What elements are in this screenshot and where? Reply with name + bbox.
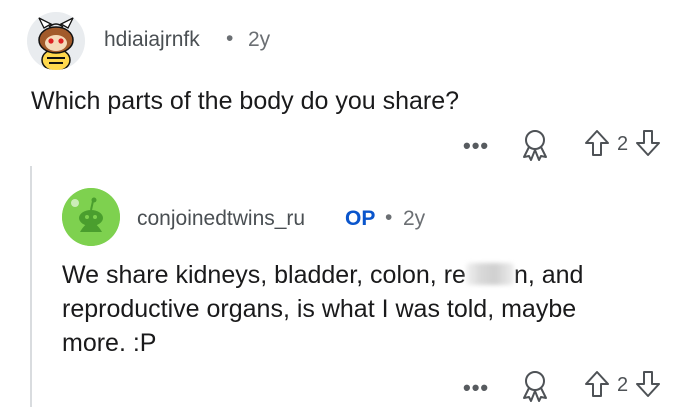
comment-author[interactable]: hdiaiajrnfk — [104, 28, 200, 52]
censored-text-blur — [465, 263, 514, 285]
award-button[interactable] — [519, 369, 551, 408]
vote-count: 2 — [617, 374, 629, 396]
more-options-button[interactable]: ••• — [463, 133, 489, 159]
downvote-arrow-icon — [636, 371, 660, 397]
comment-text: We share kidneys, bladder, colon, re — [62, 261, 466, 289]
award-button[interactable] — [519, 128, 551, 167]
comment-body-line: We share kidneys, bladder, colon, re n, a… — [62, 259, 583, 292]
award-icon — [523, 371, 547, 402]
meta-separator: • — [226, 27, 234, 50]
thread-line[interactable] — [30, 166, 32, 407]
comment-body-line: more. :P — [62, 329, 157, 357]
upvote-button[interactable] — [584, 370, 610, 403]
more-options-button[interactable]: ••• — [463, 375, 489, 401]
comment-text: n, and — [513, 261, 584, 289]
comment-body-line: reproductive organs, is what I was told,… — [62, 295, 577, 323]
vote-count: 2 — [617, 133, 629, 155]
downvote-button[interactable] — [635, 129, 661, 162]
comment-body: Which parts of the body do you share? — [31, 87, 460, 115]
upvote-button[interactable] — [584, 129, 610, 162]
comment-author[interactable]: conjoinedtwins_ru — [137, 207, 305, 231]
downvote-arrow-icon — [636, 130, 660, 156]
op-badge: OP — [345, 207, 376, 230]
upvote-arrow-icon — [585, 130, 609, 156]
snoo-avatar-icon — [27, 12, 85, 70]
comment-timestamp: 2y — [403, 207, 426, 230]
downvote-button[interactable] — [635, 370, 661, 403]
comment-timestamp: 2y — [248, 28, 271, 51]
snoo-avatar-icon — [62, 188, 120, 246]
user-avatar[interactable] — [27, 12, 85, 70]
meta-separator: • — [385, 206, 393, 229]
user-avatar[interactable] — [62, 188, 120, 246]
upvote-arrow-icon — [585, 371, 609, 397]
award-icon — [523, 130, 547, 161]
